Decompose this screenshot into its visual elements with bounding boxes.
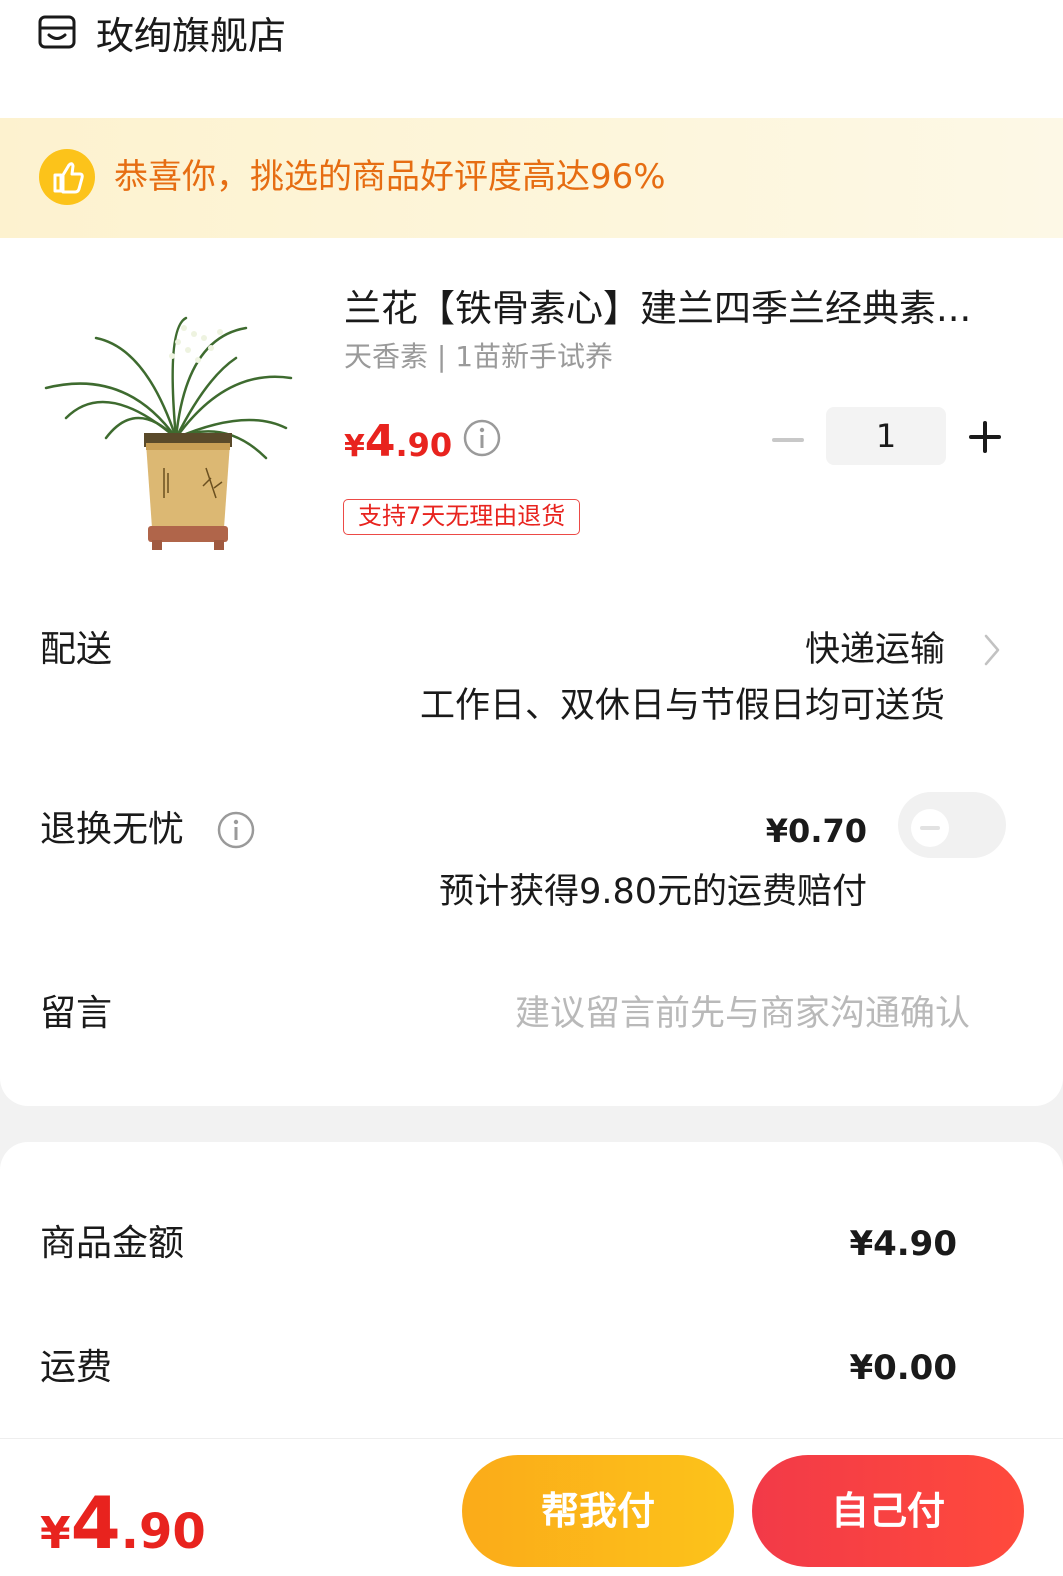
delivery-method[interactable]: 快递运输: [805, 626, 945, 674]
chevron-right-icon[interactable]: [980, 632, 1004, 668]
price-integer: 4: [364, 416, 396, 467]
product-image: [44, 316, 293, 550]
total-price: ¥4.90: [40, 1483, 206, 1563]
help-me-pay-button[interactable]: 帮我付: [462, 1455, 734, 1567]
store-icon: [38, 15, 76, 49]
return-service-description: 预计获得9.80元的运费赔付: [439, 872, 867, 912]
store-header: 玫绚旗舰店: [0, 0, 1063, 118]
quantity-decrease-button[interactable]: [770, 422, 806, 458]
price-summary-card: 商品金额 ¥4.90 运费 ¥0.00: [0, 1142, 1063, 1438]
total-decimal: .90: [120, 1504, 206, 1560]
rating-banner: 恭喜你，挑选的商品好评度高达96%: [0, 118, 1063, 238]
goods-amount-label: 商品金额: [40, 1223, 185, 1264]
currency-symbol: ¥: [344, 429, 365, 464]
goods-amount-value: ¥4.90: [849, 1224, 957, 1264]
banner-text: 恭喜你，挑选的商品好评度高达96%: [114, 157, 666, 197]
return-policy-tag: 支持7天无理由退货: [343, 499, 581, 535]
order-card: 兰花【铁骨素心】建兰四季兰经典素... 天香素 | 1苗新手试养 ¥4.90 1…: [0, 238, 1063, 1106]
message-label: 留言: [40, 993, 113, 1034]
shipping-label: 运费: [40, 1347, 113, 1388]
total-integer: 4: [70, 1481, 121, 1565]
pay-myself-button[interactable]: 自己付: [752, 1455, 1024, 1567]
return-service-label: 退换无忧: [40, 809, 185, 850]
info-icon[interactable]: [462, 418, 502, 458]
shipping-value: ¥0.00: [849, 1348, 957, 1388]
thumbs-up-icon: [39, 149, 95, 205]
delivery-label: 配送: [40, 629, 113, 670]
store-name[interactable]: 玫绚旗舰店: [96, 12, 286, 60]
return-service-price: ¥0.70: [765, 812, 867, 850]
price-decimal: .90: [395, 426, 453, 464]
info-icon[interactable]: [216, 810, 256, 850]
product-spec[interactable]: 天香素 | 1苗新手试养: [344, 338, 613, 376]
toggle-off-knob-icon: [911, 809, 949, 847]
product-title[interactable]: 兰花【铁骨素心】建兰四季兰经典素...: [344, 284, 1014, 334]
checkout-bar: ¥4.90 帮我付 自己付: [0, 1438, 1063, 1576]
total-currency: ¥: [40, 1508, 71, 1559]
quantity-increase-button[interactable]: [966, 418, 1004, 456]
message-input[interactable]: [440, 988, 970, 1040]
delivery-description: 工作日、双休日与节假日均可送货: [419, 686, 945, 726]
product-price: ¥4.90: [344, 416, 452, 467]
quantity-value[interactable]: 1: [826, 407, 946, 465]
